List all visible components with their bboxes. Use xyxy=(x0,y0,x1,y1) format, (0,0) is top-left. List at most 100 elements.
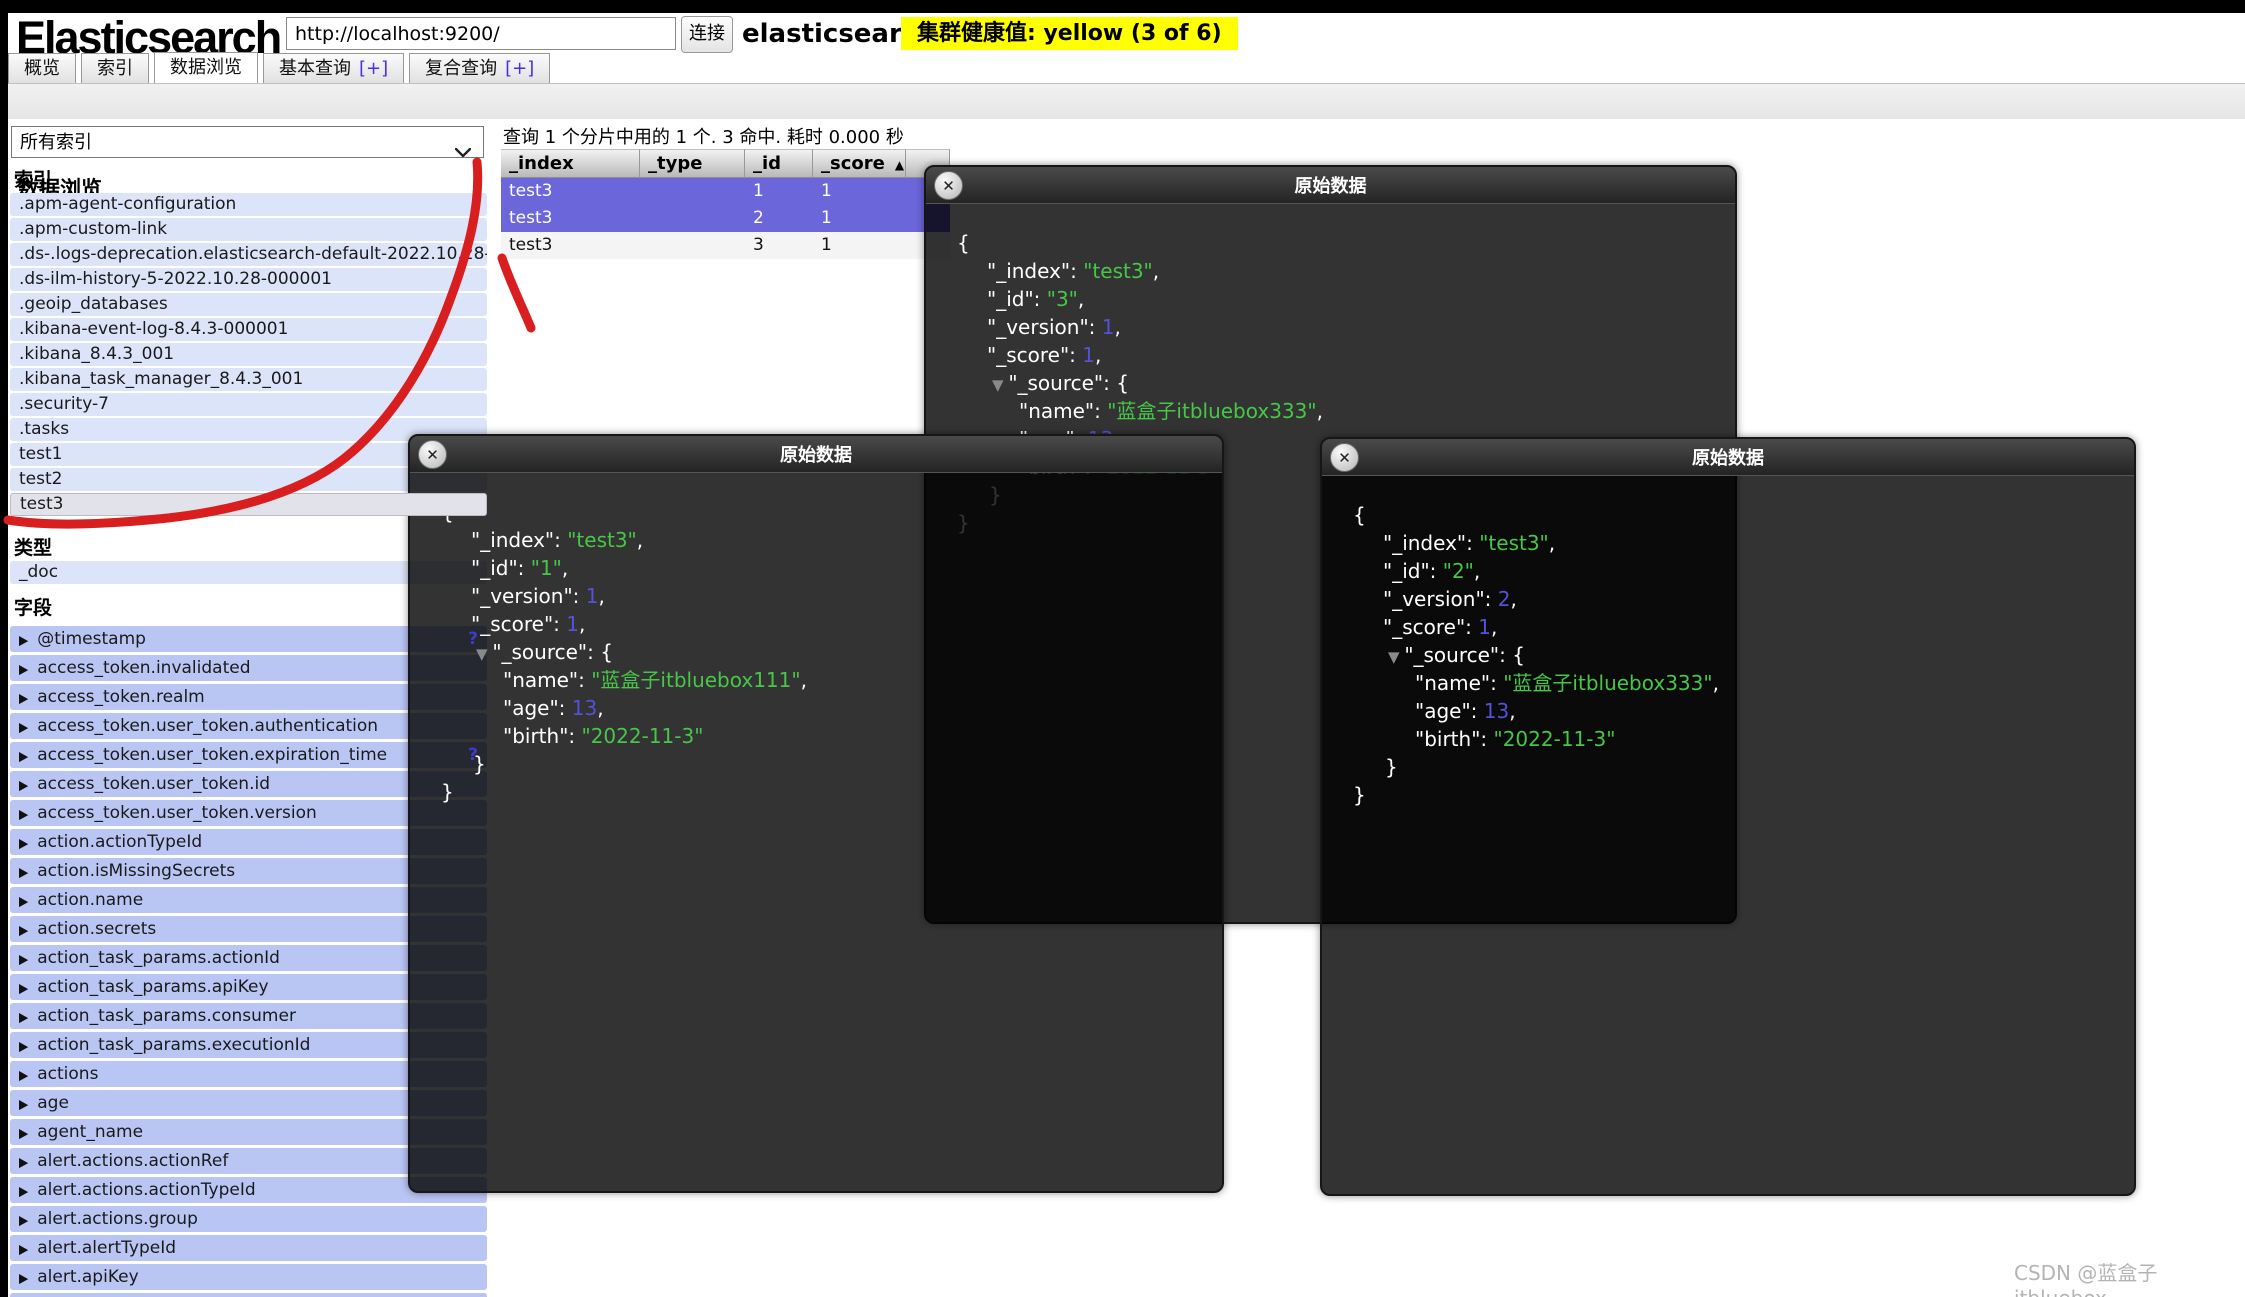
field-label: @timestamp xyxy=(37,629,146,649)
collapse-triangle-icon[interactable]: ▼ xyxy=(1388,648,1404,666)
tab-item[interactable]: 索引 xyxy=(81,53,149,85)
close-icon[interactable]: ✕ xyxy=(934,171,963,200)
window-left-border xyxy=(0,0,8,1297)
index-list-item[interactable]: .geoip_databases xyxy=(10,293,487,316)
expand-arrow-icon[interactable]: ▶ xyxy=(19,684,28,710)
expand-arrow-icon[interactable]: ▶ xyxy=(19,945,28,971)
column-header-score[interactable]: _score ▲ xyxy=(813,149,906,178)
result-cell-type xyxy=(640,205,745,232)
expand-arrow-icon[interactable]: ▶ xyxy=(19,1148,28,1174)
field-label: access_token.user_token.version xyxy=(37,803,317,823)
expand-arrow-icon[interactable]: ▶ xyxy=(19,858,28,884)
collapse-triangle-icon[interactable]: ▼ xyxy=(476,645,492,663)
index-list-item[interactable]: .ds-ilm-history-5-2022.10.28-000001 xyxy=(10,268,487,291)
popup-titlebar[interactable]: ✕ 原始数据 xyxy=(926,167,1735,204)
tab-label: 数据浏览 xyxy=(170,57,242,78)
result-cell-score: 1 xyxy=(821,181,832,201)
expand-arrow-icon[interactable]: ▶ xyxy=(19,887,28,913)
result-cell-index: test3 xyxy=(509,235,553,255)
index-list-item[interactable]: .apm-agent-configuration xyxy=(10,193,487,216)
index-list-item[interactable]: .kibana_8.4.3_001 xyxy=(10,343,487,366)
expand-arrow-icon[interactable]: ▶ xyxy=(19,771,28,797)
page-title-band: 数据浏览 xyxy=(8,83,2245,201)
indices-section-label: 索引 xyxy=(14,169,53,191)
tab-label: 复合查询 xyxy=(425,58,498,79)
results-table-header: _index _type _id _score ▲ xyxy=(501,149,950,178)
expand-arrow-icon[interactable]: ▶ xyxy=(19,655,28,681)
expand-arrow-icon[interactable]: ▶ xyxy=(19,1119,28,1145)
tab-label: 索引 xyxy=(97,58,133,79)
index-filter-select[interactable]: 所有索引 xyxy=(11,126,484,158)
json-line: "_index": "test3", xyxy=(1383,531,1556,555)
tab-item[interactable]: 数据浏览 xyxy=(154,52,258,85)
tab-item[interactable]: 基本查询 [+] xyxy=(263,53,405,85)
json-line: "_index": "test3", xyxy=(471,528,644,552)
field-list-item[interactable]: ▶alert.apiKeyOwner xyxy=(10,1293,487,1297)
index-list-item[interactable]: .kibana_task_manager_8.4.3_001 xyxy=(10,368,487,391)
expand-arrow-icon[interactable]: ▶ xyxy=(19,1177,28,1203)
field-label: alert.apiKey xyxy=(37,1267,139,1287)
types-section-label: 类型 xyxy=(14,537,53,559)
tab-label: 概览 xyxy=(24,58,60,79)
field-help-icon[interactable]: ? xyxy=(468,742,478,768)
index-list-item[interactable]: .security-7 xyxy=(10,393,487,416)
column-header-index[interactable]: _index xyxy=(501,149,640,178)
expand-arrow-icon[interactable]: ▶ xyxy=(19,1032,28,1058)
expand-arrow-icon[interactable]: ▶ xyxy=(19,742,28,768)
index-list-item[interactable]: .apm-custom-link xyxy=(10,218,487,241)
expand-arrow-icon[interactable]: ▶ xyxy=(19,626,28,652)
close-icon[interactable]: ✕ xyxy=(1330,443,1359,472)
expand-arrow-icon[interactable]: ▶ xyxy=(19,1264,28,1290)
tab-item[interactable]: 复合查询 [+] xyxy=(409,53,551,85)
result-row[interactable]: test3 2 1 xyxy=(501,205,950,232)
expand-arrow-icon[interactable]: ▶ xyxy=(19,1090,28,1116)
json-line: "_score": 1, xyxy=(471,612,586,636)
field-label: alert.actions.group xyxy=(37,1209,198,1229)
index-list-item[interactable]: .kibana-event-log-8.4.3-000001 xyxy=(10,318,487,341)
field-help-icon[interactable]: ? xyxy=(468,626,478,652)
elasticsearch-head-app: Elasticsearch 连接 elasticsearch 集群健康值: ye… xyxy=(0,0,2245,1297)
result-row[interactable]: test3 3 1 xyxy=(501,232,950,259)
index-list-item[interactable]: .ds-.logs-deprecation.elasticsearch-defa… xyxy=(10,243,487,266)
json-line: "_score": 1, xyxy=(987,343,1102,367)
expand-arrow-icon[interactable]: ▶ xyxy=(19,713,28,739)
expand-arrow-icon[interactable]: ▶ xyxy=(19,1293,28,1297)
json-line: "name": "蓝盒子itbluebox333", xyxy=(1415,671,1719,695)
tab-item[interactable]: 概览 xyxy=(8,53,76,85)
result-cell-score: 1 xyxy=(821,235,832,255)
collapse-triangle-icon[interactable]: ▼ xyxy=(992,376,1008,394)
close-icon[interactable]: ✕ xyxy=(418,440,447,469)
expand-arrow-icon[interactable]: ▶ xyxy=(19,1206,28,1232)
popup-title: 原始数据 xyxy=(780,445,852,466)
popup-titlebar[interactable]: ✕ 原始数据 xyxy=(410,436,1222,473)
result-cell-type xyxy=(640,178,745,205)
expand-arrow-icon[interactable]: ▶ xyxy=(19,916,28,942)
index-list-item[interactable]: test3 xyxy=(10,493,487,516)
expand-arrow-icon[interactable]: ▶ xyxy=(19,1003,28,1029)
field-list-item[interactable]: ▶ alert.actions.group xyxy=(10,1206,487,1232)
json-line: ▼ "_source": { xyxy=(992,371,1129,395)
json-line: "name": "蓝盒子itbluebox333", xyxy=(1019,399,1323,423)
expand-arrow-icon[interactable]: ▶ xyxy=(19,829,28,855)
json-line: "_id": "1", xyxy=(471,556,569,580)
json-line: "birth": "2022-11-3" xyxy=(503,724,704,748)
result-row[interactable]: test3 1 1 xyxy=(501,178,950,205)
field-list-item[interactable]: ▶ alert.apiKey xyxy=(10,1264,487,1290)
tab-bar: 概览 索引 数据浏览 基本查询 [+] 复合查询 [+] xyxy=(8,52,551,85)
popup-titlebar[interactable]: ✕ 原始数据 xyxy=(1322,439,2134,476)
expand-arrow-icon[interactable]: ▶ xyxy=(19,1061,28,1087)
expand-arrow-icon[interactable]: ▶ xyxy=(19,1235,28,1261)
expand-arrow-icon[interactable]: ▶ xyxy=(19,974,28,1000)
cluster-url-input[interactable] xyxy=(286,17,676,50)
field-list-item[interactable]: ▶ alert.alertTypeId xyxy=(10,1235,487,1261)
field-label: age xyxy=(37,1093,69,1113)
connect-button[interactable]: 连接 xyxy=(681,16,733,53)
field-label: action.name xyxy=(37,890,144,910)
column-header-type[interactable]: _type xyxy=(640,149,745,178)
field-label: access_token.invalidated xyxy=(37,658,251,678)
column-header-id[interactable]: _id xyxy=(745,149,813,178)
field-label: action_task_params.executionId xyxy=(37,1035,311,1055)
json-line: "_version": 1, xyxy=(987,315,1121,339)
cluster-health-badge: 集群健康值: yellow (3 of 6) xyxy=(901,17,1238,50)
expand-arrow-icon[interactable]: ▶ xyxy=(19,800,28,826)
